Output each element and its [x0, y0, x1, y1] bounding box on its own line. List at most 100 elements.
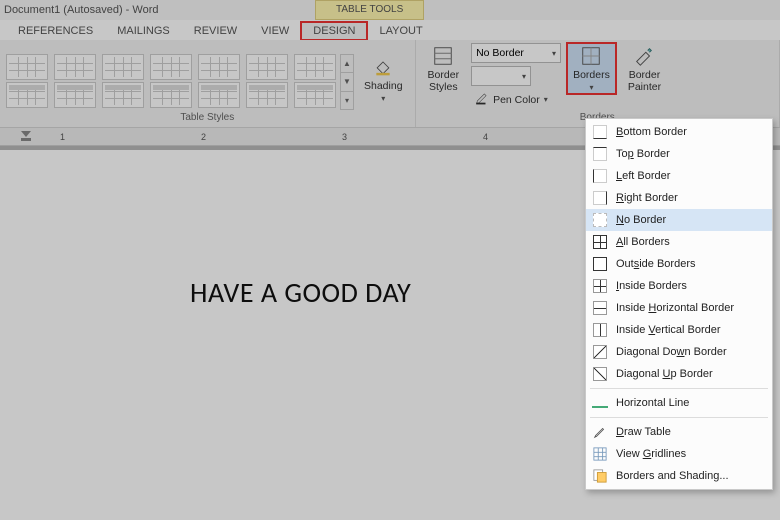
indent-marker-icon[interactable] [20, 130, 32, 142]
group-label-table-styles: Table Styles [6, 110, 409, 127]
chevron-down-icon: ▾ [522, 72, 526, 81]
menu-border-option[interactable]: Inside Horizontal Border [586, 297, 772, 319]
menu-label: Diagonal Down Border [616, 346, 727, 358]
menu-border-option[interactable]: Top Border [586, 143, 772, 165]
tab-review[interactable]: REVIEW [182, 22, 249, 40]
menu-separator [590, 388, 768, 389]
border-type-icon [592, 146, 608, 162]
border-painter-button[interactable]: Border Painter [622, 43, 667, 95]
document-text[interactable]: HAVE A GOOD DAY [190, 275, 411, 310]
menu-label: Right Border [616, 192, 678, 204]
menu-label: Inside Borders [616, 280, 687, 292]
bucket-icon [372, 56, 394, 78]
menu-label: Inside Horizontal Border [616, 302, 734, 314]
borders-icon [580, 45, 602, 67]
contextual-tab-table-tools[interactable]: TABLE TOOLS [315, 0, 424, 20]
border-type-icon [592, 366, 608, 382]
scroll-up-icon[interactable]: ▲ [341, 55, 353, 73]
ribbon-group-table-styles: ▲ ▼ ▾ Shading ▾ Table Styles [0, 40, 416, 127]
border-styles-label: Border Styles [428, 69, 460, 93]
menu-border-option[interactable]: No Border [586, 209, 772, 231]
menu-label: Borders and Shading... [616, 470, 729, 482]
table-style-swatch[interactable] [150, 54, 192, 80]
pen-color-button[interactable]: Pen Color ▾ [471, 89, 561, 110]
table-style-swatch[interactable] [6, 54, 48, 80]
border-styles-button[interactable]: Border Styles [422, 43, 466, 95]
tab-design[interactable]: DESIGN [301, 22, 367, 40]
borders-dropdown-menu: Bottom Border Top Border Left Border Right … [585, 118, 773, 490]
expand-icon[interactable]: ▾ [341, 92, 353, 109]
border-type-icon [592, 256, 608, 272]
ribbon: ▲ ▼ ▾ Shading ▾ Table Styles Border Styl… [0, 40, 780, 128]
borders-label: Borders [573, 69, 610, 81]
tab-mailings[interactable]: MAILINGS [105, 22, 182, 40]
scroll-down-icon[interactable]: ▼ [341, 73, 353, 91]
border-styles-icon [432, 45, 454, 67]
menu-label: No Border [616, 214, 666, 226]
borders-shading-icon [592, 468, 608, 484]
menu-border-option[interactable]: Diagonal Down Border [586, 341, 772, 363]
tab-references[interactable]: REFERENCES [6, 22, 105, 40]
pencil-icon [592, 424, 608, 440]
ribbon-group-borders: Border Styles No Border ▾ ▾ Pen Color ▾ [416, 40, 780, 127]
menu-label: Inside Vertical Border [616, 324, 721, 336]
table-style-swatch[interactable] [198, 82, 240, 108]
ribbon-tabstrip: REFERENCES MAILINGS REVIEW VIEW DESIGN L… [0, 20, 780, 40]
table-style-swatch[interactable] [150, 82, 192, 108]
menu-horizontal-line[interactable]: Horizontal Line [586, 392, 772, 414]
border-painter-icon [633, 45, 655, 67]
pen-icon [475, 91, 489, 108]
menu-label: Draw Table [616, 426, 671, 438]
table-style-swatch[interactable] [246, 54, 288, 80]
border-type-icon [592, 278, 608, 294]
menu-label: Left Border [616, 170, 670, 182]
table-style-swatch[interactable] [54, 82, 96, 108]
menu-label: Outside Borders [616, 258, 696, 270]
menu-border-option[interactable]: Right Border [586, 187, 772, 209]
tab-view[interactable]: VIEW [249, 22, 301, 40]
menu-label: Bottom Border [616, 126, 687, 138]
border-style-combo[interactable]: No Border ▾ [471, 43, 561, 63]
border-style-value: No Border [476, 47, 524, 59]
shading-label: Shading [364, 80, 403, 92]
table-style-swatch[interactable] [54, 54, 96, 80]
table-style-swatch[interactable] [246, 82, 288, 108]
table-style-swatch[interactable] [102, 54, 144, 80]
border-type-icon [592, 344, 608, 360]
pen-color-label: Pen Color [493, 94, 540, 106]
menu-label: Horizontal Line [616, 397, 689, 409]
menu-border-option[interactable]: Inside Borders [586, 275, 772, 297]
menu-border-option[interactable]: Inside Vertical Border [586, 319, 772, 341]
table-style-swatch[interactable] [102, 82, 144, 108]
menu-label: Top Border [616, 148, 670, 160]
shading-button[interactable]: Shading ▾ [358, 54, 409, 105]
menu-view-gridlines[interactable]: View Gridlines [586, 443, 772, 465]
border-type-icon [592, 234, 608, 250]
borders-split-button[interactable]: Borders ▾ [567, 43, 616, 94]
menu-border-option[interactable]: Diagonal Up Border [586, 363, 772, 385]
menu-border-option[interactable]: Left Border [586, 165, 772, 187]
border-type-icon [592, 190, 608, 206]
menu-border-option[interactable]: Bottom Border [586, 121, 772, 143]
menu-borders-and-shading[interactable]: Borders and Shading... [586, 465, 772, 487]
table-styles-more[interactable]: ▲ ▼ ▾ [340, 54, 354, 110]
chevron-down-icon: ▾ [589, 83, 593, 92]
border-type-icon [592, 300, 608, 316]
menu-border-option[interactable]: All Borders [586, 231, 772, 253]
menu-draw-table[interactable]: Draw Table [586, 421, 772, 443]
border-painter-label: Border Painter [628, 69, 661, 93]
tab-layout[interactable]: LAYOUT [367, 22, 434, 40]
gridlines-icon [592, 446, 608, 462]
border-weight-combo[interactable]: ▾ [471, 66, 531, 86]
menu-border-option[interactable]: Outside Borders [586, 253, 772, 275]
menu-separator [590, 417, 768, 418]
menu-label: All Borders [616, 236, 670, 248]
table-style-swatch[interactable] [294, 54, 336, 80]
table-style-swatch[interactable] [6, 82, 48, 108]
table-style-swatch[interactable] [294, 82, 336, 108]
table-style-swatch[interactable] [198, 54, 240, 80]
chevron-down-icon: ▾ [552, 49, 556, 58]
menu-label: View Gridlines [616, 448, 686, 460]
border-type-icon [592, 322, 608, 338]
border-type-icon [592, 124, 608, 140]
